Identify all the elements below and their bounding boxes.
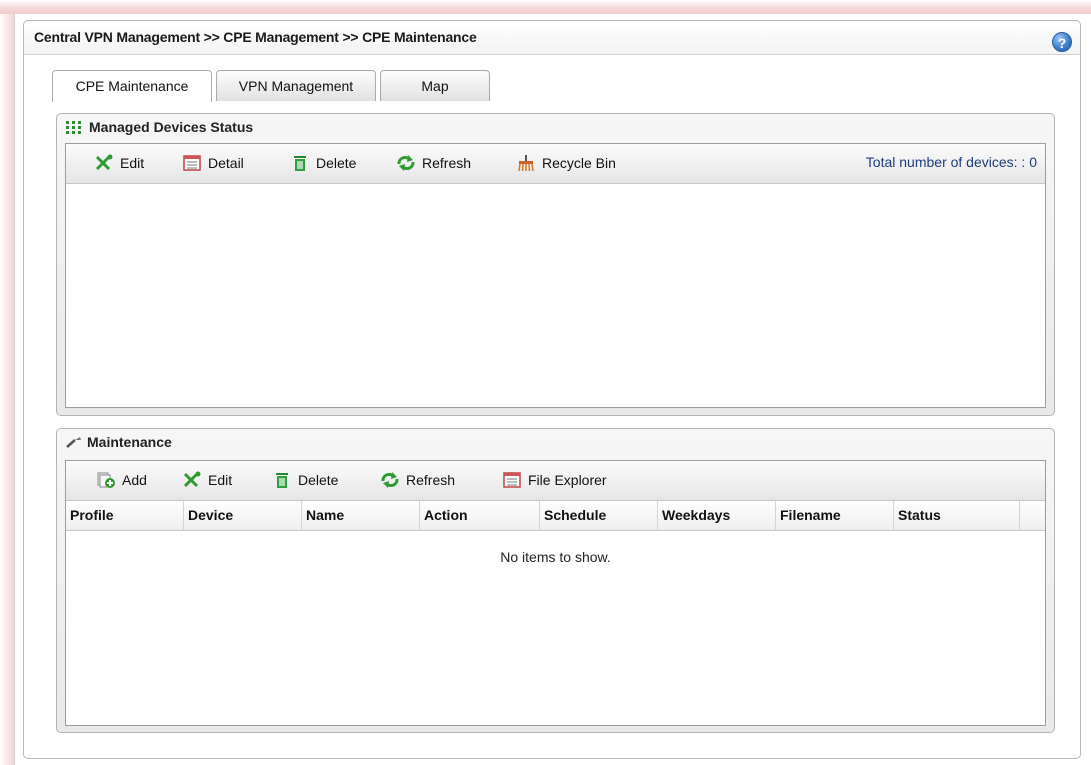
delete-label: Delete bbox=[316, 155, 357, 171]
maintenance-title: Maintenance bbox=[65, 434, 172, 452]
table-detail-icon bbox=[182, 154, 202, 172]
column-header-filename[interactable]: Filename bbox=[776, 501, 894, 531]
tab-map[interactable]: Map bbox=[380, 70, 490, 101]
column-header-action[interactable]: Action bbox=[420, 501, 540, 531]
maintenance-grid: Add Edit Delete Refresh File Explorer Pr… bbox=[65, 460, 1046, 726]
refresh-button[interactable]: Refresh bbox=[396, 154, 471, 176]
maintenance-refresh-label: Refresh bbox=[406, 472, 456, 488]
managed-devices-title: Managed Devices Status bbox=[65, 119, 253, 137]
managed-devices-panel: Managed Devices Status Edit Detail Delet… bbox=[56, 113, 1055, 416]
maintenance-delete-label: Delete bbox=[298, 472, 339, 488]
wrench-screwdriver-icon bbox=[94, 154, 114, 172]
window-top-band bbox=[0, 0, 1091, 14]
file-explorer-button[interactable]: File Explorer bbox=[502, 471, 607, 493]
help-icon[interactable]: ? bbox=[1052, 32, 1072, 52]
breadcrumb: Central VPN Management >> CPE Management… bbox=[34, 29, 477, 45]
recycle-bin-button[interactable]: Recycle Bin bbox=[516, 154, 616, 176]
detail-button[interactable]: Detail bbox=[182, 154, 244, 176]
total-devices-count: Total number of devices: : 0 bbox=[865, 154, 1037, 170]
maintenance-title-text: Maintenance bbox=[87, 434, 172, 450]
maintenance-grid-header: Profile Device Name Action Schedule Week… bbox=[66, 501, 1045, 531]
managed-devices-toolbar: Edit Detail Delete Refresh Recycle Bin T… bbox=[66, 144, 1045, 184]
recycle-bin-label: Recycle Bin bbox=[542, 155, 616, 171]
file-explorer-label: File Explorer bbox=[528, 472, 607, 488]
refresh-icon bbox=[380, 471, 400, 489]
wrench-icon bbox=[65, 435, 83, 452]
maintenance-panel: Maintenance Add Edit Delete Refresh File… bbox=[56, 428, 1055, 733]
maintenance-delete-button[interactable]: Delete bbox=[272, 471, 338, 493]
refresh-label: Refresh bbox=[422, 155, 472, 171]
maintenance-edit-button[interactable]: Edit bbox=[182, 471, 232, 493]
window-left-divider bbox=[14, 14, 15, 765]
column-header-device[interactable]: Device bbox=[184, 501, 302, 531]
wrench-screwdriver-icon bbox=[182, 471, 202, 489]
grid-dots-icon bbox=[65, 120, 85, 137]
broom-icon bbox=[516, 154, 536, 172]
empty-grid-message: No items to show. bbox=[500, 549, 611, 565]
add-icon bbox=[96, 471, 116, 489]
edit-button[interactable]: Edit bbox=[94, 154, 144, 176]
column-header-weekdays[interactable]: Weekdays bbox=[658, 501, 776, 531]
column-header-status[interactable]: Status bbox=[894, 501, 1020, 531]
window-left-band bbox=[0, 14, 14, 765]
column-header-schedule[interactable]: Schedule bbox=[540, 501, 658, 531]
delete-button[interactable]: Delete bbox=[290, 154, 356, 176]
managed-devices-title-text: Managed Devices Status bbox=[89, 119, 254, 135]
column-header-name[interactable]: Name bbox=[302, 501, 420, 531]
add-button[interactable]: Add bbox=[96, 471, 147, 493]
column-header-profile[interactable]: Profile bbox=[66, 501, 184, 531]
trash-icon bbox=[290, 154, 310, 172]
refresh-icon bbox=[396, 154, 416, 172]
tab-cpe-maintenance[interactable]: CPE Maintenance bbox=[52, 70, 212, 102]
maintenance-refresh-button[interactable]: Refresh bbox=[380, 471, 455, 493]
tab-vpn-management[interactable]: VPN Management bbox=[216, 70, 376, 101]
add-label: Add bbox=[122, 472, 147, 488]
edit-label: Edit bbox=[120, 155, 145, 171]
breadcrumb-bar: Central VPN Management >> CPE Management… bbox=[24, 21, 1080, 55]
managed-devices-grid: Edit Detail Delete Refresh Recycle Bin T… bbox=[65, 143, 1046, 408]
trash-icon bbox=[272, 471, 292, 489]
maintenance-edit-label: Edit bbox=[208, 472, 233, 488]
detail-label: Detail bbox=[208, 155, 244, 171]
file-explorer-icon bbox=[502, 471, 522, 489]
maintenance-toolbar: Add Edit Delete Refresh File Explorer bbox=[66, 461, 1045, 501]
